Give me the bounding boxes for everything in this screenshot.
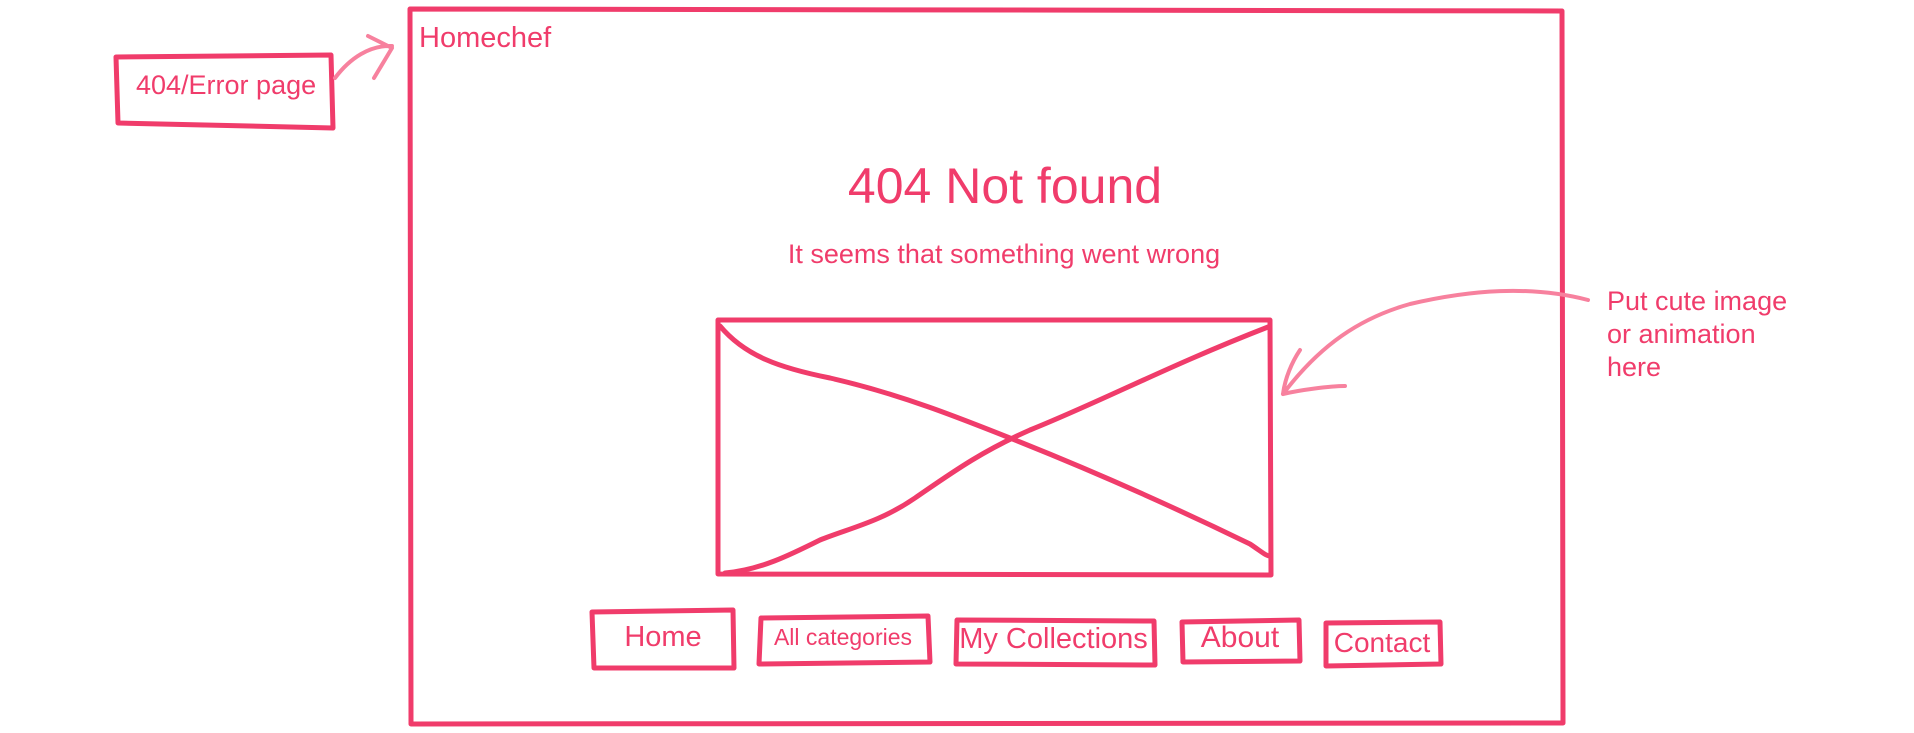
- nav-home-button[interactable]: Home: [594, 621, 732, 654]
- brand-logo[interactable]: Homechef: [419, 22, 551, 55]
- nav-my-collections-button[interactable]: My Collections: [957, 623, 1150, 656]
- nav-about-button[interactable]: About: [1182, 621, 1298, 655]
- image-note-line-2: or animation: [1607, 319, 1756, 349]
- page-label-annotation: 404/Error page: [136, 70, 317, 100]
- image-note-line-1: Put cute image: [1607, 286, 1788, 316]
- image-note-arrow: [1281, 288, 1590, 396]
- image-note-line-3: here: [1607, 352, 1662, 382]
- nav-all-categories-button[interactable]: All categories: [758, 624, 928, 651]
- page-label-arrow: [333, 34, 394, 80]
- nav-contact-button[interactable]: Contact: [1326, 627, 1438, 659]
- page-frame: [407, 6, 1566, 727]
- image-placeholder-icon: [715, 317, 1274, 578]
- page-title: 404 Not found: [847, 158, 1163, 214]
- image-note-annotation: Put cute image or animation here: [1607, 285, 1787, 384]
- error-message: It seems that something went wrong: [787, 239, 1221, 269]
